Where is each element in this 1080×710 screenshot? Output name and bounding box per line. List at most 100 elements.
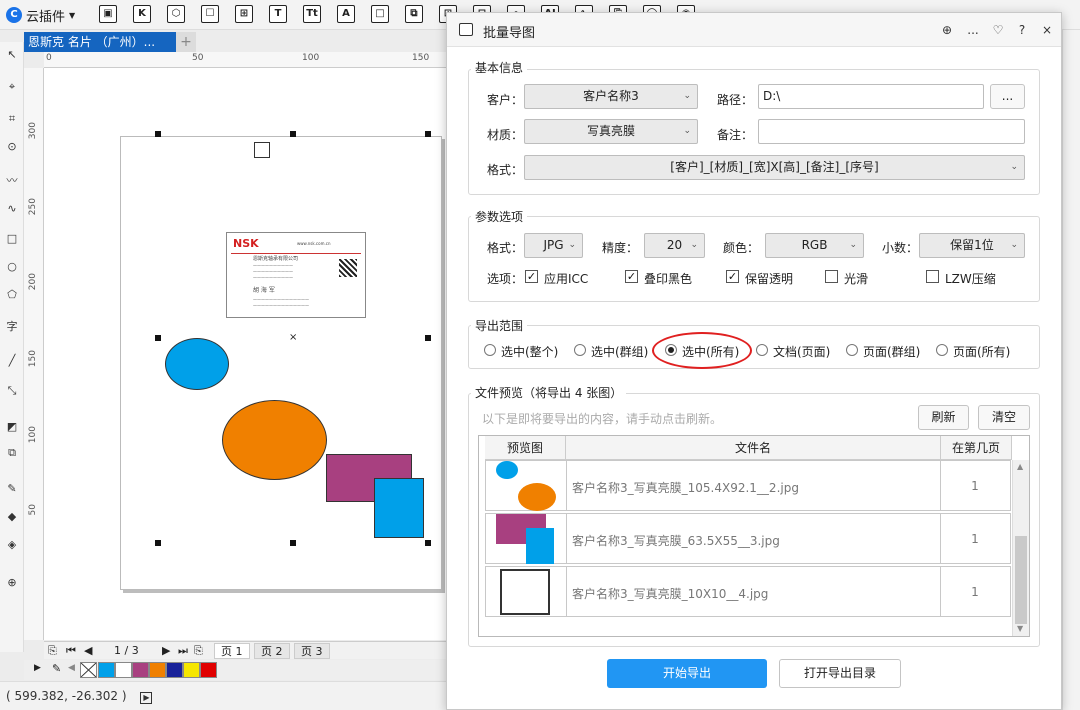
text-tool-icon[interactable]: 字 (5, 320, 19, 334)
small-square-shape[interactable] (254, 142, 270, 158)
scroll-down-icon[interactable]: ▼ (1017, 624, 1023, 633)
color-swatch[interactable] (149, 662, 166, 678)
blue-ellipse-shape[interactable] (165, 338, 229, 390)
color-swatch[interactable] (200, 662, 217, 678)
rectangle-tool-icon[interactable]: □ (5, 232, 19, 246)
decimal-select[interactable]: 保留1位 ⌄ (919, 233, 1025, 258)
add-tool-icon[interactable]: ⊕ (5, 576, 19, 590)
page-tab-2[interactable]: 页 2 (254, 643, 290, 659)
artistic-media-icon[interactable]: ∿ (5, 202, 19, 216)
palette-scroll-icon[interactable]: ◀ (68, 663, 75, 673)
connector-tool-icon[interactable]: ⤡ (5, 384, 19, 398)
selection-handle[interactable] (425, 131, 431, 137)
checkbox-icon[interactable]: ☐ (201, 5, 219, 23)
range-page-all-radio[interactable] (936, 344, 948, 356)
drawing-workspace[interactable]: NSK www.nsk.com.cn 恩斯克轴承有限公司 —————————— … (44, 68, 446, 640)
selection-handle[interactable] (155, 540, 161, 546)
selection-handle[interactable] (425, 335, 431, 341)
image-add-icon[interactable]: ⊞ (235, 5, 253, 23)
page-next-icon[interactable]: ▶ (162, 644, 170, 657)
shadow-tool-icon[interactable]: ◩ (5, 420, 19, 434)
scroll-up-icon[interactable]: ▲ (1017, 462, 1023, 471)
table-row[interactable]: 客户名称3_写真亮膜_105.4X92.1__2.jpg 1 (485, 460, 1011, 511)
node-icon[interactable]: ⬡ (167, 5, 185, 23)
k-icon[interactable]: K (133, 5, 151, 23)
color-swatch[interactable] (132, 662, 149, 678)
color-swatch[interactable] (115, 662, 132, 678)
page-tab-1[interactable]: 页 1 (214, 643, 250, 659)
color-mode-select[interactable]: RGB ⌄ (765, 233, 864, 258)
precision-select[interactable]: 20 ⌄ (644, 233, 705, 258)
range-selected-group-radio[interactable] (574, 344, 586, 356)
selection-handle[interactable] (155, 335, 161, 341)
eyedropper-tool-icon[interactable]: ✎ (5, 482, 19, 496)
palette-expand-icon[interactable]: ▶ (34, 663, 41, 673)
selection-handle[interactable] (290, 131, 296, 137)
no-color-swatch[interactable] (80, 662, 97, 678)
customer-select[interactable]: 客户名称3 ⌄ (524, 84, 698, 109)
rect-icon[interactable]: □ (371, 5, 389, 23)
text-a-icon[interactable]: A (337, 5, 355, 23)
lzw-checkbox[interactable] (926, 270, 939, 283)
image-icon[interactable]: ▣ (99, 5, 117, 23)
color-swatch[interactable] (98, 662, 115, 678)
ungroup-icon[interactable]: ⧉ (405, 5, 423, 23)
add-tab-button[interactable]: + (176, 32, 196, 52)
range-document-page-radio[interactable] (756, 344, 768, 356)
open-export-folder-button[interactable]: 打开导出目录 (779, 659, 901, 688)
zoom-tool-icon[interactable]: ⊙ (5, 140, 19, 154)
image-format-select[interactable]: JPG ⌄ (524, 233, 583, 258)
pin-icon[interactable]: ⊕ (937, 20, 957, 40)
page-add-icon[interactable]: ⎘ (194, 644, 203, 658)
selection-handle[interactable] (425, 540, 431, 546)
clear-button[interactable]: 清空 (978, 405, 1030, 430)
page-prev-icon[interactable]: ◀ (84, 644, 92, 657)
ellipse-tool-icon[interactable]: ○ (5, 260, 19, 274)
keep-transparent-checkbox[interactable]: ✓ (726, 270, 739, 283)
selection-handle[interactable] (290, 540, 296, 546)
page-end-icon[interactable]: ⏭ (178, 644, 188, 658)
line-tool-icon[interactable]: ╱ (5, 354, 19, 368)
status-play-icon[interactable]: ▶ (140, 692, 153, 704)
eyedropper-icon[interactable]: ✎ (52, 662, 61, 675)
fill-tool-icon[interactable]: ◆ (5, 510, 19, 524)
plugin-menu[interactable]: C 云插件 ▼ (6, 4, 75, 26)
pointer-tool-icon[interactable]: ↖ (5, 48, 19, 62)
page-tab-3[interactable]: 页 3 (294, 643, 330, 659)
business-card[interactable]: NSK www.nsk.com.cn 恩斯克轴承有限公司 —————————— … (226, 232, 366, 318)
transparency-tool-icon[interactable]: ⧉ (5, 446, 19, 460)
range-selected-whole-radio[interactable] (484, 344, 496, 356)
node-tool-icon[interactable]: ⌖ (5, 80, 19, 94)
orange-ellipse-shape[interactable] (222, 400, 327, 480)
smooth-checkbox[interactable] (825, 270, 838, 283)
more-icon[interactable]: ... (963, 20, 983, 40)
selection-handle[interactable] (155, 131, 161, 137)
path-input[interactable]: D:\ (758, 84, 984, 109)
smart-fill-icon[interactable]: ◈ (5, 538, 19, 552)
table-row[interactable]: 客户名称3_写真亮膜_10X10__4.jpg 1 (485, 566, 1011, 617)
scrollbar-thumb[interactable] (1015, 536, 1027, 624)
polygon-tool-icon[interactable]: ⬠ (5, 288, 19, 302)
material-select[interactable]: 写真亮膜 ⌄ (524, 119, 698, 144)
crop-tool-icon[interactable]: ⌗ (5, 112, 19, 126)
color-swatch[interactable] (183, 662, 200, 678)
overprint-black-checkbox[interactable]: ✓ (625, 270, 638, 283)
text-tt-icon[interactable]: Tt (303, 5, 321, 23)
page-start-icon[interactable]: ⏮ (66, 644, 76, 658)
name-format-select[interactable]: [客户]_[材质]_[宽]X[高]_[备注]_[序号] ⌄ (524, 155, 1025, 180)
range-page-group-radio[interactable] (846, 344, 858, 356)
page-first-icon[interactable]: ⎘ (48, 644, 57, 658)
close-icon[interactable]: × (1037, 20, 1057, 40)
color-swatch[interactable] (166, 662, 183, 678)
start-export-button[interactable]: 开始导出 (607, 659, 767, 688)
freehand-tool-icon[interactable]: 〰 (5, 174, 19, 188)
remark-input[interactable] (758, 119, 1025, 144)
refresh-button[interactable]: 刷新 (918, 405, 969, 430)
favorite-icon[interactable]: ♡ (988, 20, 1008, 40)
text-t-icon[interactable]: T (269, 5, 287, 23)
table-row[interactable]: 客户名称3_写真亮膜_63.5X55__3.jpg 1 (485, 513, 1011, 564)
browse-button[interactable]: ... (990, 84, 1025, 109)
help-icon[interactable]: ? (1012, 20, 1032, 40)
document-tab[interactable]: 恩斯克 名片 （广州）... (24, 32, 176, 52)
apply-icc-checkbox[interactable]: ✓ (525, 270, 538, 283)
